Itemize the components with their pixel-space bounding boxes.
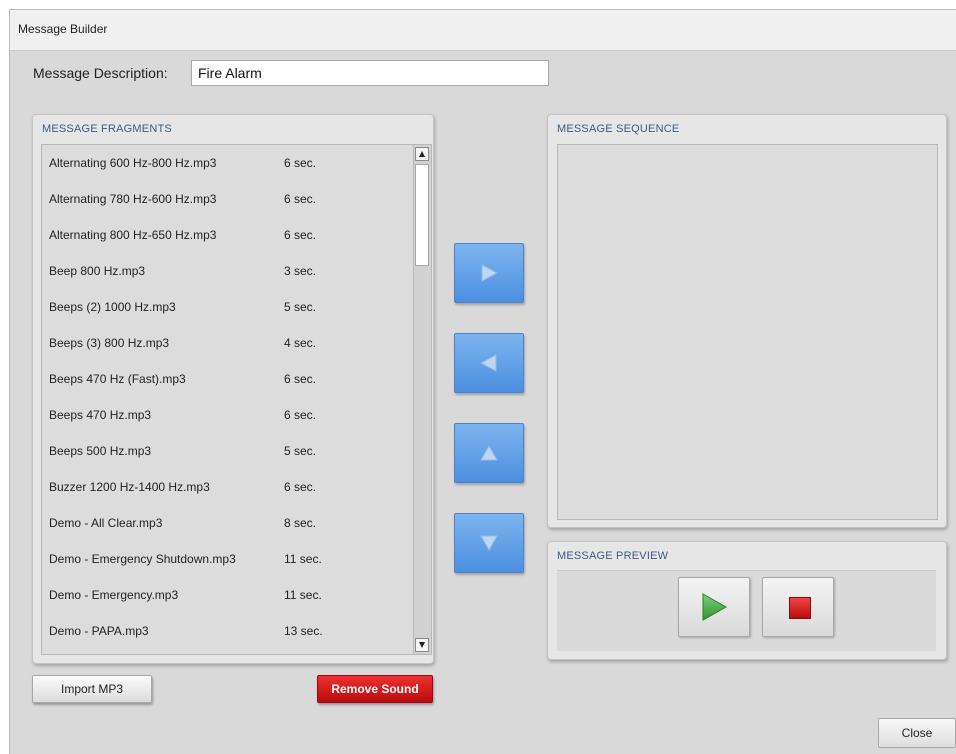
fragment-name: Beeps 470 Hz (Fast).mp3 <box>49 372 186 386</box>
fragment-name: Alternating 780 Hz-600 Hz.mp3 <box>49 192 217 206</box>
fragment-name: Alternating 600 Hz-800 Hz.mp3 <box>49 156 217 170</box>
fragment-name: Beeps 470 Hz.mp3 <box>49 408 152 422</box>
fragment-row[interactable]: Alternating 600 Hz-800 Hz.mp3 6 sec. <box>42 145 404 181</box>
close-button[interactable]: Close <box>878 718 956 748</box>
move-down-button[interactable] <box>454 513 524 573</box>
fragment-name: Demo - All Clear.mp3 <box>49 516 163 530</box>
message-fragments-title: MESSAGE FRAGMENTS <box>42 123 172 135</box>
play-icon <box>702 593 727 621</box>
message-fragments-panel: MESSAGE FRAGMENTS Demo - PAPA.mp3 13 sec.… <box>32 114 434 664</box>
arrow-up-icon <box>480 444 498 461</box>
fragment-row[interactable]: Demo - PAPA.mp3 13 sec. <box>42 613 404 649</box>
message-builder-window: Message Builder Message Description: MES… <box>9 9 956 754</box>
fragment-duration: 6 sec. <box>284 408 317 422</box>
fragment-row[interactable]: Demo - Emergency Shutdown.mp3 11 sec. <box>42 541 404 577</box>
fragment-name: Alternating 800 Hz-650 Hz.mp3 <box>49 228 217 242</box>
message-sequence-list[interactable] <box>557 144 938 520</box>
fragment-name: Beeps 500 Hz.mp3 <box>49 444 152 458</box>
fragment-name: Buzzer 1200 Hz-1400 Hz.mp3 <box>49 480 210 494</box>
fragment-row[interactable]: Beeps 470 Hz.mp3 6 sec. <box>42 397 404 433</box>
fragment-duration: 6 sec. <box>284 228 317 242</box>
fragment-row[interactable]: Beeps 500 Hz.mp3 5 sec. <box>42 433 404 469</box>
fragment-duration: 11 sec. <box>284 552 322 566</box>
message-fragments-list[interactable]: Demo - PAPA.mp3 13 sec. Demo - Emergency.m… <box>41 144 432 655</box>
fragment-row[interactable]: Beeps (2) 1000 Hz.mp3 5 sec. <box>42 289 404 325</box>
remove-from-sequence-button[interactable] <box>454 333 524 393</box>
fragment-row[interactable]: Beeps (3) 800 Hz.mp3 4 sec. <box>42 325 404 361</box>
fragment-name: Beeps (2) 1000 Hz.mp3 <box>49 300 176 314</box>
play-button[interactable] <box>678 577 750 637</box>
fragment-duration: 3 sec. <box>284 264 317 278</box>
fragment-row[interactable]: Alternating 800 Hz-650 Hz.mp3 6 sec. <box>42 217 404 253</box>
fragments-scrollbar[interactable] <box>413 145 431 654</box>
fragment-duration: 6 sec. <box>284 480 317 494</box>
stop-button[interactable] <box>762 577 834 637</box>
preview-controls <box>557 570 936 651</box>
remove-sound-button[interactable]: Remove Sound <box>317 675 433 703</box>
fragment-duration: 4 sec. <box>284 336 317 350</box>
message-sequence-panel: MESSAGE SEQUENCE <box>547 114 947 528</box>
move-up-button[interactable] <box>454 423 524 483</box>
fragment-name: Beep 800 Hz.mp3 <box>49 264 146 278</box>
scroll-down-button[interactable] <box>415 638 429 652</box>
scroll-thumb[interactable] <box>415 164 429 266</box>
fragment-name: Demo - Emergency Shutdown.mp3 <box>49 552 236 566</box>
message-preview-title: MESSAGE PREVIEW <box>557 550 669 562</box>
arrow-right-icon <box>481 264 499 282</box>
fragment-duration: 6 sec. <box>284 192 317 206</box>
scroll-up-button[interactable] <box>415 147 429 161</box>
message-description-input[interactable] <box>191 60 549 86</box>
arrow-left-icon <box>479 354 497 372</box>
fragment-duration: 6 sec. <box>284 372 317 386</box>
fragment-duration: 5 sec. <box>284 444 317 458</box>
fragment-name: Demo - Emergency.mp3 <box>49 588 179 602</box>
add-to-sequence-button[interactable] <box>454 243 524 303</box>
stop-icon <box>789 597 811 619</box>
fragment-row[interactable]: Beep 800 Hz.mp3 3 sec. <box>42 253 404 289</box>
fragment-name: Beeps (3) 800 Hz.mp3 <box>49 336 170 350</box>
arrow-down-icon <box>480 535 498 552</box>
fragment-duration: 13 sec. <box>284 624 323 638</box>
fragment-row[interactable]: Alternating 780 Hz-600 Hz.mp3 6 sec. <box>42 181 404 217</box>
fragment-duration: 5 sec. <box>284 300 317 314</box>
title-bar: Message Builder <box>10 10 956 51</box>
fragment-name: Demo - PAPA.mp3 <box>49 624 149 638</box>
fragment-row[interactable]: Buzzer 1200 Hz-1400 Hz.mp3 6 sec. <box>42 469 404 505</box>
message-description-label: Message Description: <box>33 65 168 81</box>
import-mp3-button[interactable]: Import MP3 <box>32 675 152 703</box>
message-preview-panel: MESSAGE PREVIEW <box>547 541 947 660</box>
fragment-duration: 6 sec. <box>284 156 317 170</box>
fragment-row[interactable]: Demo - Emergency.mp3 11 sec. <box>42 577 404 613</box>
message-sequence-title: MESSAGE SEQUENCE <box>557 123 680 135</box>
fragment-duration: 8 sec. <box>284 516 317 530</box>
fragment-row[interactable]: Demo - All Clear.mp3 8 sec. <box>42 505 404 541</box>
fragment-duration: 11 sec. <box>284 588 322 602</box>
window-title: Message Builder <box>18 22 108 36</box>
fragment-row[interactable]: Beeps 470 Hz (Fast).mp3 6 sec. <box>42 361 404 397</box>
